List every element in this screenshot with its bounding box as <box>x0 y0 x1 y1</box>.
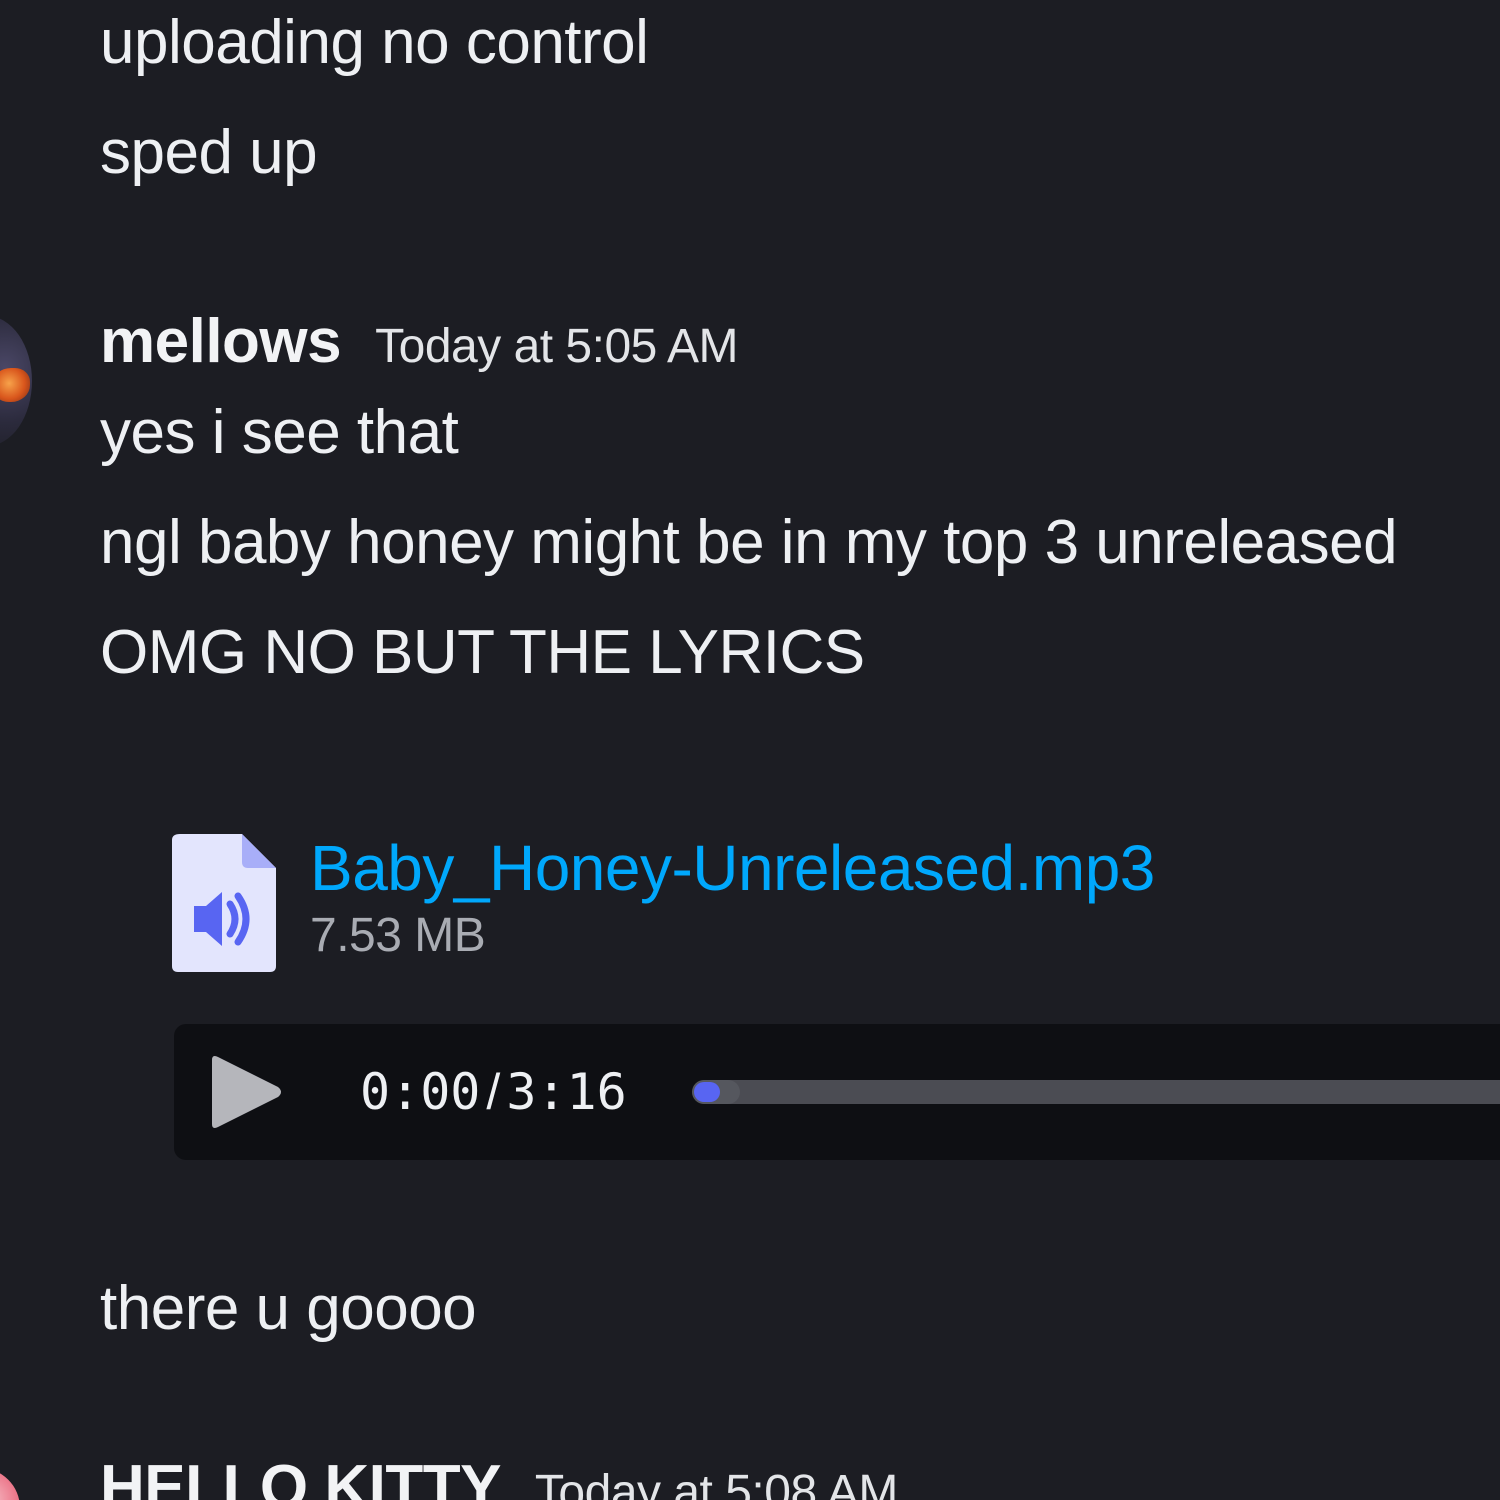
avatar[interactable] <box>0 1468 20 1500</box>
file-attachment: Baby_Honey-Unreleased.mp3 7.53 MB <box>172 832 1272 982</box>
message-text: OMG NO BUT THE LYRICS <box>100 618 865 687</box>
file-size: 7.53 MB <box>310 909 486 962</box>
progress-bar[interactable] <box>692 1080 1500 1104</box>
timestamp: Today at 5:08 AM <box>534 1466 898 1500</box>
message-header: HELLO KITTY Today at 5:08 AM <box>100 1452 898 1500</box>
message-text: ngl baby honey might be in my top 3 unre… <box>100 508 1398 577</box>
username[interactable]: HELLO KITTY <box>100 1453 501 1500</box>
current-time: 0:00 <box>360 1063 481 1121</box>
username[interactable]: mellows <box>100 307 342 376</box>
file-name-link[interactable]: Baby_Honey-Unreleased.mp3 <box>310 832 1155 904</box>
avatar[interactable] <box>0 316 32 446</box>
timestamp: Today at 5:05 AM <box>375 320 739 373</box>
play-icon[interactable] <box>208 1054 284 1130</box>
message-text: yes i see that <box>100 398 459 467</box>
progress-handle[interactable] <box>694 1082 720 1102</box>
message-header: mellows Today at 5:05 AM <box>100 306 739 377</box>
message-text: there u goooo <box>100 1274 477 1343</box>
duration: 3:16 <box>506 1063 627 1121</box>
time-display: 0:00/3:16 <box>360 1062 627 1122</box>
audio-file-icon <box>172 834 276 972</box>
audio-player: 0:00/3:16 <box>174 1024 1500 1160</box>
time-separator: / <box>486 1064 501 1120</box>
message-text: sped up <box>100 118 318 187</box>
message-text: uploading no control <box>100 8 649 77</box>
avatar-art <box>0 368 30 402</box>
